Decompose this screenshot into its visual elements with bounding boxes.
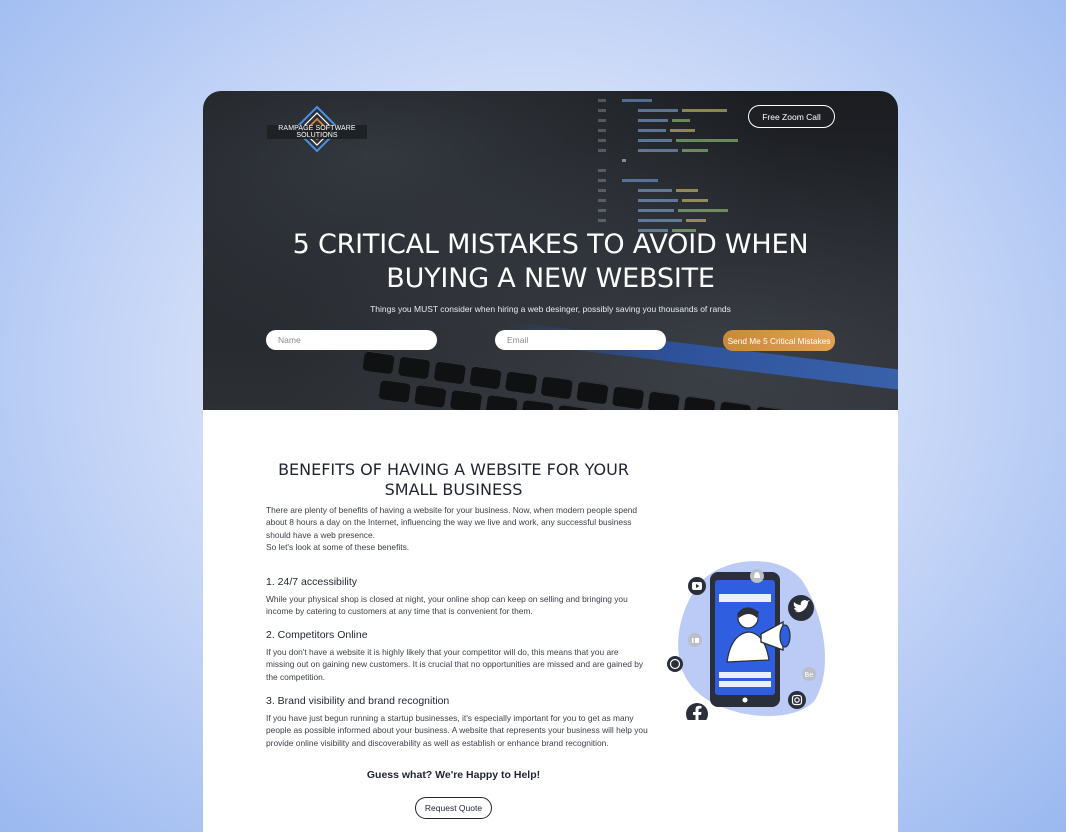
benefit-heading-2: 2. Competitors Online [266, 629, 368, 641]
benefit-line: If you have just begun running a startup… [266, 713, 634, 723]
behance-icon: Be [802, 667, 816, 681]
benefit-line: While your physical shop is closed at ni… [266, 594, 628, 604]
intro-line: should have a web presence. [266, 529, 375, 540]
svg-text:Be: Be [805, 671, 814, 679]
hero-title-line-1: 5 CRITICAL MISTAKES TO AVOID WHEN [292, 229, 809, 260]
instagram-icon [788, 691, 806, 709]
whatsapp-icon [667, 656, 683, 672]
hero-title: 5 CRITICAL MISTAKES TO AVOID WHEN BUYING… [253, 228, 848, 296]
benefit-heading-3: 3. Brand visibility and brand recognitio… [266, 695, 450, 707]
hero-title-line-2: BUYING A NEW WEBSITE [386, 263, 715, 294]
linkedin-icon [688, 633, 702, 647]
landing-page-card: RAMPAGE SOFTWARE SOLUTIONS Free Zoom Cal… [203, 91, 898, 832]
benefit-text-2: If you don't have a website it is highly… [266, 646, 646, 683]
cta-title: Guess what? We're Happy to Help! [366, 769, 541, 781]
hero-section: RAMPAGE SOFTWARE SOLUTIONS Free Zoom Cal… [203, 91, 898, 410]
youtube-icon [688, 577, 706, 595]
free-zoom-call-button[interactable]: Free Zoom Call [748, 105, 835, 128]
benefit-text-1: While your physical shop is closed at ni… [266, 593, 646, 618]
benefit-line: people as possible informed about your b… [266, 725, 648, 736]
logo-text: RAMPAGE SOFTWARE SOLUTIONS [267, 125, 367, 139]
company-logo[interactable]: RAMPAGE SOFTWARE SOLUTIONS [267, 105, 367, 157]
twitter-icon [788, 595, 814, 621]
benefits-title: BENEFITS OF HAVING A WEBSITE FOR YOUR SM… [266, 460, 641, 500]
benefit-line: missing out on gaining new customers. It… [266, 659, 644, 670]
send-critical-mistakes-button[interactable]: Send Me 5 Critical Mistakes [723, 330, 835, 351]
benefit-line: income by catering to customers at any t… [266, 606, 533, 617]
intro-line: So let's look at some of these benefits. [266, 542, 410, 553]
intro-line: about 8 hours a day on the Internet, inf… [266, 517, 632, 528]
benefits-title-line-2: SMALL BUSINESS [384, 480, 523, 499]
benefits-title-line-1: BENEFITS OF HAVING A WEBSITE FOR YOUR [278, 460, 629, 479]
social-media-marketing-illustration: Be [667, 561, 826, 720]
email-input[interactable]: Email [495, 330, 666, 350]
benefits-intro: There are plenty of benefits of having a… [266, 504, 646, 554]
notification-bell-icon [750, 569, 764, 583]
facebook-icon [686, 703, 708, 720]
benefit-text-3: If you have just begun running a startup… [266, 712, 656, 749]
benefit-line: the competition. [266, 671, 326, 682]
request-quote-button[interactable]: Request Quote [415, 797, 492, 819]
intro-line: There are plenty of benefits of having a… [266, 505, 638, 515]
benefit-line: If you don't have a website it is highly… [266, 647, 619, 657]
benefit-heading-1: 1. 24/7 accessibility [266, 576, 358, 588]
benefits-section: BENEFITS OF HAVING A WEBSITE FOR YOUR SM… [203, 410, 898, 832]
benefit-line: provide online visibility and discoverab… [266, 737, 609, 748]
hero-subtitle: Things you MUST consider when hiring a w… [370, 304, 731, 314]
name-input[interactable]: Name [266, 330, 437, 350]
